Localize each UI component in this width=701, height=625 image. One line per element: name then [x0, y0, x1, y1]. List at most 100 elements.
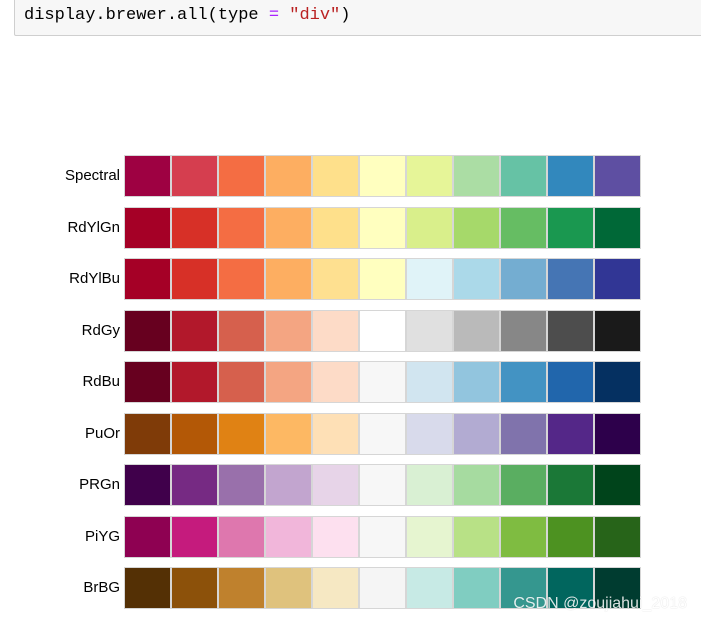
color-swatch [265, 413, 312, 455]
color-swatch [406, 310, 453, 352]
color-swatch [594, 310, 641, 352]
palette-label: RdBu [82, 373, 120, 390]
color-swatch [312, 516, 359, 558]
palette-label: Spectral [64, 167, 120, 184]
color-swatch [359, 155, 406, 197]
color-swatch [171, 567, 218, 609]
color-swatch [500, 413, 547, 455]
color-swatch [312, 207, 359, 249]
color-swatch [218, 258, 265, 300]
color-swatch [406, 361, 453, 403]
watermark: CSDN @zoujiahui_2018 [513, 595, 687, 612]
color-swatch [594, 361, 641, 403]
color-swatch [124, 155, 171, 197]
color-swatch [124, 207, 171, 249]
color-swatch [124, 413, 171, 455]
color-swatch [453, 361, 500, 403]
color-swatch [359, 361, 406, 403]
color-swatch [359, 567, 406, 609]
color-swatch [171, 155, 218, 197]
color-swatch [265, 516, 312, 558]
color-swatch [171, 464, 218, 506]
color-swatch [312, 258, 359, 300]
color-swatch [218, 310, 265, 352]
color-swatch [453, 464, 500, 506]
color-swatch [171, 310, 218, 352]
color-swatch [500, 207, 547, 249]
color-swatch [359, 258, 406, 300]
color-swatch [171, 207, 218, 249]
color-swatch [218, 207, 265, 249]
color-swatch [594, 464, 641, 506]
color-swatch [218, 567, 265, 609]
color-swatch [406, 207, 453, 249]
color-swatch [265, 207, 312, 249]
color-swatch [312, 413, 359, 455]
color-swatch [547, 258, 594, 300]
color-swatch [453, 516, 500, 558]
color-swatch [265, 310, 312, 352]
color-swatch [312, 310, 359, 352]
color-swatch [594, 516, 641, 558]
color-swatch [453, 413, 500, 455]
color-swatch [359, 516, 406, 558]
color-swatch [312, 155, 359, 197]
color-swatch [547, 310, 594, 352]
color-swatch [500, 361, 547, 403]
palette-label: PiYG [84, 528, 120, 545]
color-swatch [124, 310, 171, 352]
color-swatch [171, 258, 218, 300]
color-swatch [453, 310, 500, 352]
color-swatch [218, 516, 265, 558]
color-swatch [265, 361, 312, 403]
color-swatch [124, 361, 171, 403]
palette-label: RdYlBu [69, 270, 120, 287]
color-swatch [359, 464, 406, 506]
color-swatch [453, 258, 500, 300]
color-swatch [406, 155, 453, 197]
palette-label: RdGy [81, 322, 120, 339]
palette-label: BrBG [83, 579, 120, 596]
color-swatch [124, 516, 171, 558]
color-swatch [547, 516, 594, 558]
color-swatch [312, 361, 359, 403]
color-swatch [265, 567, 312, 609]
color-swatch [453, 567, 500, 609]
color-swatch [547, 413, 594, 455]
color-swatch [218, 464, 265, 506]
color-swatch [547, 361, 594, 403]
color-swatch [124, 464, 171, 506]
color-swatch [406, 413, 453, 455]
color-swatch [500, 155, 547, 197]
color-swatch [265, 258, 312, 300]
color-swatch [265, 155, 312, 197]
color-swatch [453, 155, 500, 197]
color-swatch [359, 207, 406, 249]
color-swatch [171, 361, 218, 403]
color-swatch [453, 207, 500, 249]
color-swatch [547, 207, 594, 249]
color-swatch [594, 413, 641, 455]
color-swatch [406, 567, 453, 609]
color-swatch [406, 258, 453, 300]
color-swatch [500, 310, 547, 352]
color-swatch [124, 258, 171, 300]
color-swatch [265, 464, 312, 506]
color-swatch [312, 567, 359, 609]
color-swatch [547, 155, 594, 197]
color-swatch [594, 207, 641, 249]
color-swatch [406, 516, 453, 558]
color-swatch [124, 567, 171, 609]
color-swatch [218, 413, 265, 455]
color-swatch [359, 310, 406, 352]
color-swatch [594, 155, 641, 197]
color-swatch [171, 516, 218, 558]
color-swatch [500, 516, 547, 558]
color-swatch [547, 464, 594, 506]
color-swatch [312, 464, 359, 506]
palette-label: PuOr [84, 425, 120, 442]
color-swatch [218, 155, 265, 197]
color-swatch [500, 464, 547, 506]
color-swatch [171, 413, 218, 455]
palette-plot: Spectral RdYlGn RdYlBu RdGy RdBu PuOr PRGn PiYG… [0, 0, 701, 625]
